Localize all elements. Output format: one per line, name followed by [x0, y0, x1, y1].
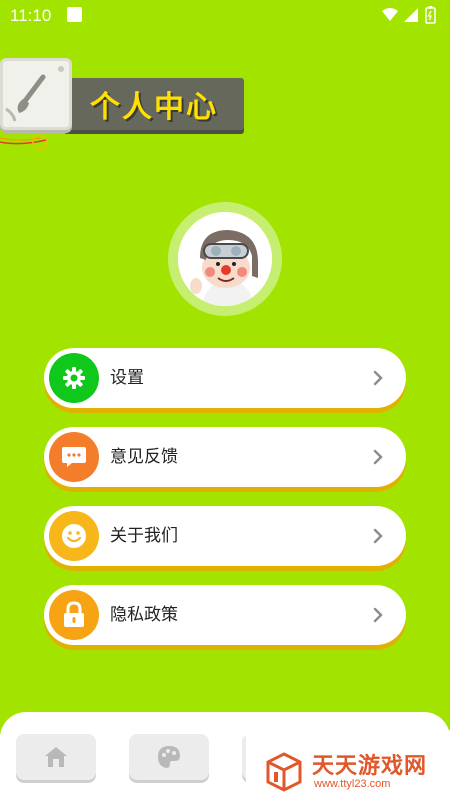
battery-icon: [425, 6, 436, 24]
home-icon: [45, 747, 67, 767]
watermark-title: 天天游戏网: [312, 754, 428, 779]
menu-item-label: 关于我们: [110, 526, 178, 546]
gear-icon: [63, 367, 85, 389]
title-plate: 个人中心: [64, 78, 244, 130]
avatar-image: [178, 212, 272, 306]
smile-icon: [62, 524, 86, 548]
chevron-right-icon: [373, 607, 383, 623]
menu-item-label: 意见反馈: [110, 447, 178, 467]
menu-icon-badge: [49, 590, 99, 640]
lock-icon: [64, 601, 84, 627]
menu-list: 设置 意见反馈 关于我们 隐私政策: [44, 348, 406, 664]
avatar[interactable]: [168, 202, 282, 316]
menu-item-label: 设置: [110, 368, 144, 388]
chevron-right-icon: [373, 528, 383, 544]
nav-home-button[interactable]: [16, 734, 96, 780]
menu-item-privacy-policy[interactable]: 隐私政策: [44, 585, 406, 645]
character-avatar-icon: [178, 212, 272, 306]
watermark-url: www.ttyl23.com: [314, 778, 391, 790]
menu-item-settings[interactable]: 设置: [44, 348, 406, 408]
wifi-icon: [382, 8, 398, 21]
status-icons: [380, 6, 442, 28]
watermark: 天天游戏网 www.ttyl23.com: [246, 730, 450, 800]
menu-icon-badge: [49, 353, 99, 403]
chevron-right-icon: [373, 449, 383, 465]
wires-decoration: [0, 134, 48, 150]
header-banner: 个人中心: [0, 58, 250, 150]
menu-item-label: 隐私政策: [110, 605, 178, 625]
paintbrush-icon: [5, 66, 64, 122]
status-bar: 11:10: [0, 0, 450, 32]
status-time: 11:10: [10, 6, 52, 25]
menu-item-about-us[interactable]: 关于我们: [44, 506, 406, 566]
menu-item-feedback[interactable]: 意见反馈: [44, 427, 406, 487]
menu-icon-badge: [49, 432, 99, 482]
chevron-right-icon: [373, 370, 383, 386]
watermark-logo-icon: [266, 752, 302, 792]
page-title: 个人中心: [90, 90, 218, 125]
notification-icon: [67, 7, 82, 22]
chat-icon: [62, 447, 86, 467]
signal-icon: [404, 8, 418, 22]
menu-icon-badge: [49, 511, 99, 561]
palette-icon: [158, 746, 180, 768]
nav-palette-button[interactable]: [129, 734, 209, 780]
brush-card: [0, 58, 72, 130]
